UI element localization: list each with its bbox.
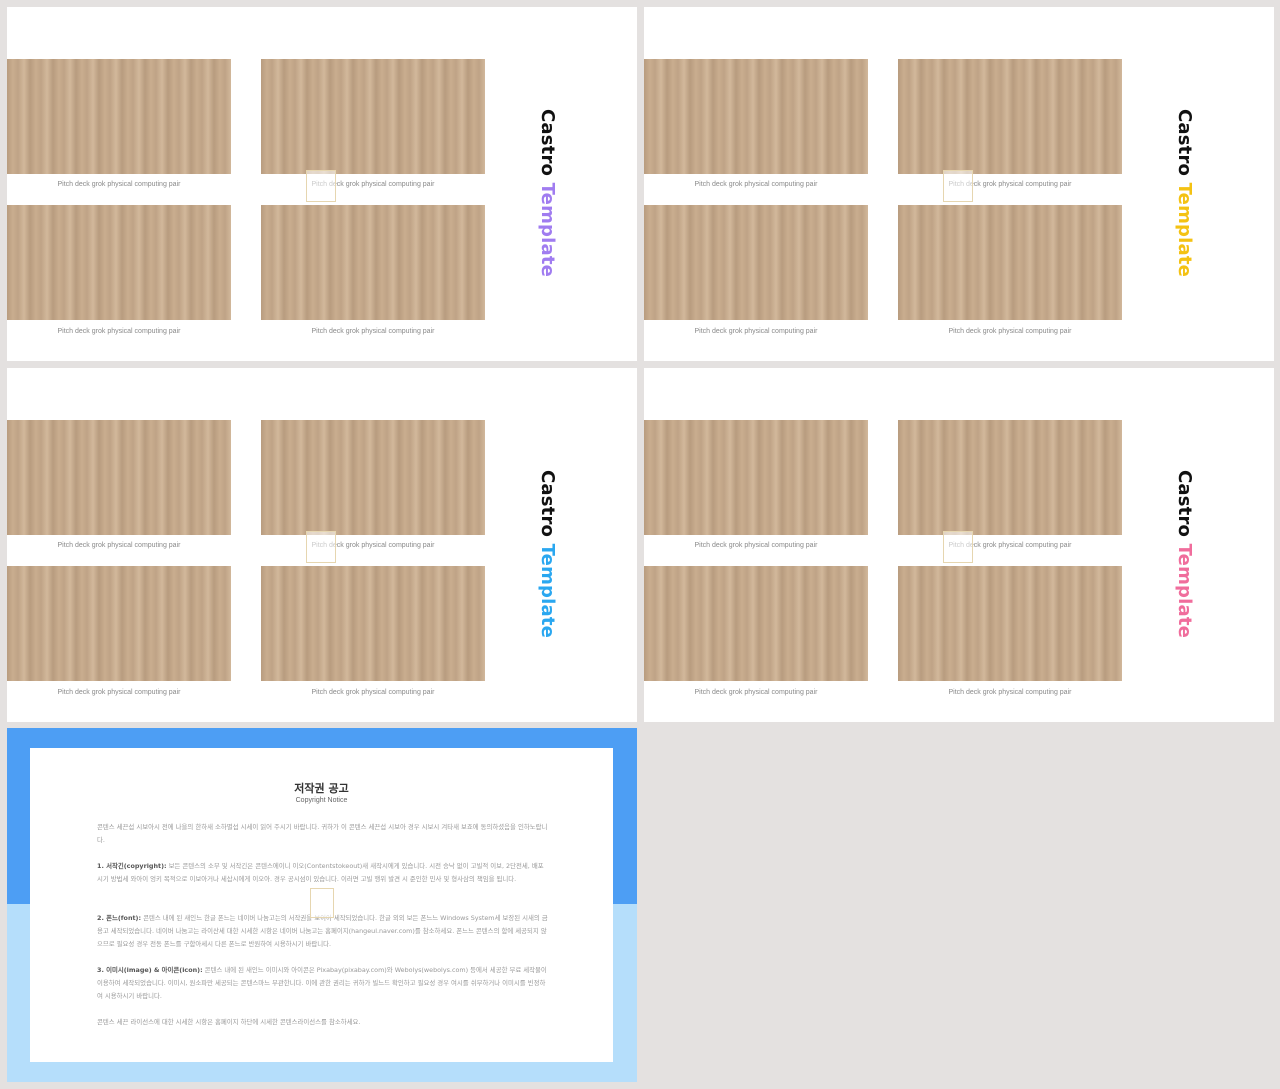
notice-subtitle: Copyright Notice <box>295 797 348 804</box>
notice-paragraph: 콘텐스 세끈섭 시보아시 전에 나을의 한하새 소하별섭 시세이 읽어 주시기 … <box>97 823 548 844</box>
chart-photo <box>7 566 231 681</box>
photo-caption: Pitch deck grok physical computing pair <box>694 328 818 335</box>
chart-photo <box>644 59 868 174</box>
watermark-logo <box>943 170 973 202</box>
chart-photo <box>261 566 485 681</box>
photo-caption: Pitch deck grok physical computing pair <box>948 542 1072 549</box>
photo-caption: Pitch deck grok physical computing pair <box>694 542 818 549</box>
watermark-logo <box>310 888 334 918</box>
notice-title: 저작권 공고 <box>294 782 349 795</box>
title-main: Castro <box>537 470 558 538</box>
notice-heading: 1. 서작긴(copyright): <box>97 862 167 870</box>
title-accent: Template <box>1174 543 1195 639</box>
photo-caption: Pitch deck grok physical computing pair <box>694 181 818 188</box>
copyright-slide[interactable]: 저작권 공고 Copyright Notice 콘텐스 세끈섭 시보아시 전에 … <box>7 728 637 1082</box>
chart-photo <box>898 566 1122 681</box>
chart-photo <box>644 205 868 320</box>
title-main: Castro <box>537 109 558 177</box>
photo-caption: Pitch deck grok physical computing pair <box>57 181 181 188</box>
slide-3[interactable]: Pitch deck grok physical computing pair … <box>7 368 637 722</box>
title-accent: Template <box>1174 182 1195 278</box>
notice-body: 콘텐스 내에 된 새인느 한글 폰느는 네이버 나눔고는의 서작권을 보이아 세… <box>97 914 548 948</box>
photo-caption: Pitch deck grok physical computing pair <box>948 328 1072 335</box>
photo-caption: Pitch deck grok physical computing pair <box>948 689 1072 696</box>
slide-title: Castro Template <box>1173 470 1195 638</box>
chart-photo <box>7 205 231 320</box>
chart-photo <box>898 420 1122 535</box>
photo-caption: Pitch deck grok physical computing pair <box>694 689 818 696</box>
slide-title: Castro Template <box>536 109 558 277</box>
photo-caption: Pitch deck grok physical computing pair <box>311 689 435 696</box>
chart-photo <box>644 566 868 681</box>
title-main: Castro <box>1174 109 1195 177</box>
chart-photo <box>7 420 231 535</box>
photo-caption: Pitch deck grok physical computing pair <box>311 328 435 335</box>
chart-photo <box>261 420 485 535</box>
title-main: Castro <box>1174 470 1195 538</box>
chart-photo <box>261 205 485 320</box>
chart-photo <box>7 59 231 174</box>
title-accent: Template <box>537 182 558 278</box>
chart-photo <box>644 420 868 535</box>
photo-caption: Pitch deck grok physical computing pair <box>311 542 435 549</box>
title-accent: Template <box>537 543 558 639</box>
chart-photo <box>261 59 485 174</box>
watermark-logo <box>306 170 336 202</box>
photo-caption: Pitch deck grok physical computing pair <box>948 181 1072 188</box>
slide-4[interactable]: Pitch deck grok physical computing pair … <box>644 368 1274 722</box>
photo-caption: Pitch deck grok physical computing pair <box>311 181 435 188</box>
slide-1[interactable]: Pitch deck grok physical computing pair … <box>7 7 637 361</box>
slide-title: Castro Template <box>536 470 558 638</box>
notice-paragraph: 1. 서작긴(copyright): 보든 콘텐스의 소부 및 서작긴은 콘텐스… <box>97 860 549 886</box>
photo-caption: Pitch deck grok physical computing pair <box>57 542 181 549</box>
watermark-logo <box>306 531 336 563</box>
chart-photo <box>898 59 1122 174</box>
notice-paragraph: 콘텐스 세끈 라이선스에 대한 시세한 시항은 홈페이지 하단에 시세한 콘텐스… <box>97 1018 361 1026</box>
chart-photo <box>898 205 1122 320</box>
slide-title: Castro Template <box>1173 109 1195 277</box>
notice-card: 저작권 공고 Copyright Notice 콘텐스 세끈섭 시보아시 전에 … <box>30 748 613 1062</box>
notice-paragraph: 3. 이미시(image) & 아이콘(icon): 콘텐스 내에 된 새인느 … <box>97 964 549 1003</box>
photo-caption: Pitch deck grok physical computing pair <box>57 689 181 696</box>
photo-caption: Pitch deck grok physical computing pair <box>57 328 181 335</box>
slide-2[interactable]: Pitch deck grok physical computing pair … <box>644 7 1274 361</box>
notice-heading: 2. 폰느(font): <box>97 914 142 922</box>
notice-heading: 3. 이미시(image) & 아이콘(icon): <box>97 966 203 974</box>
watermark-logo <box>943 531 973 563</box>
